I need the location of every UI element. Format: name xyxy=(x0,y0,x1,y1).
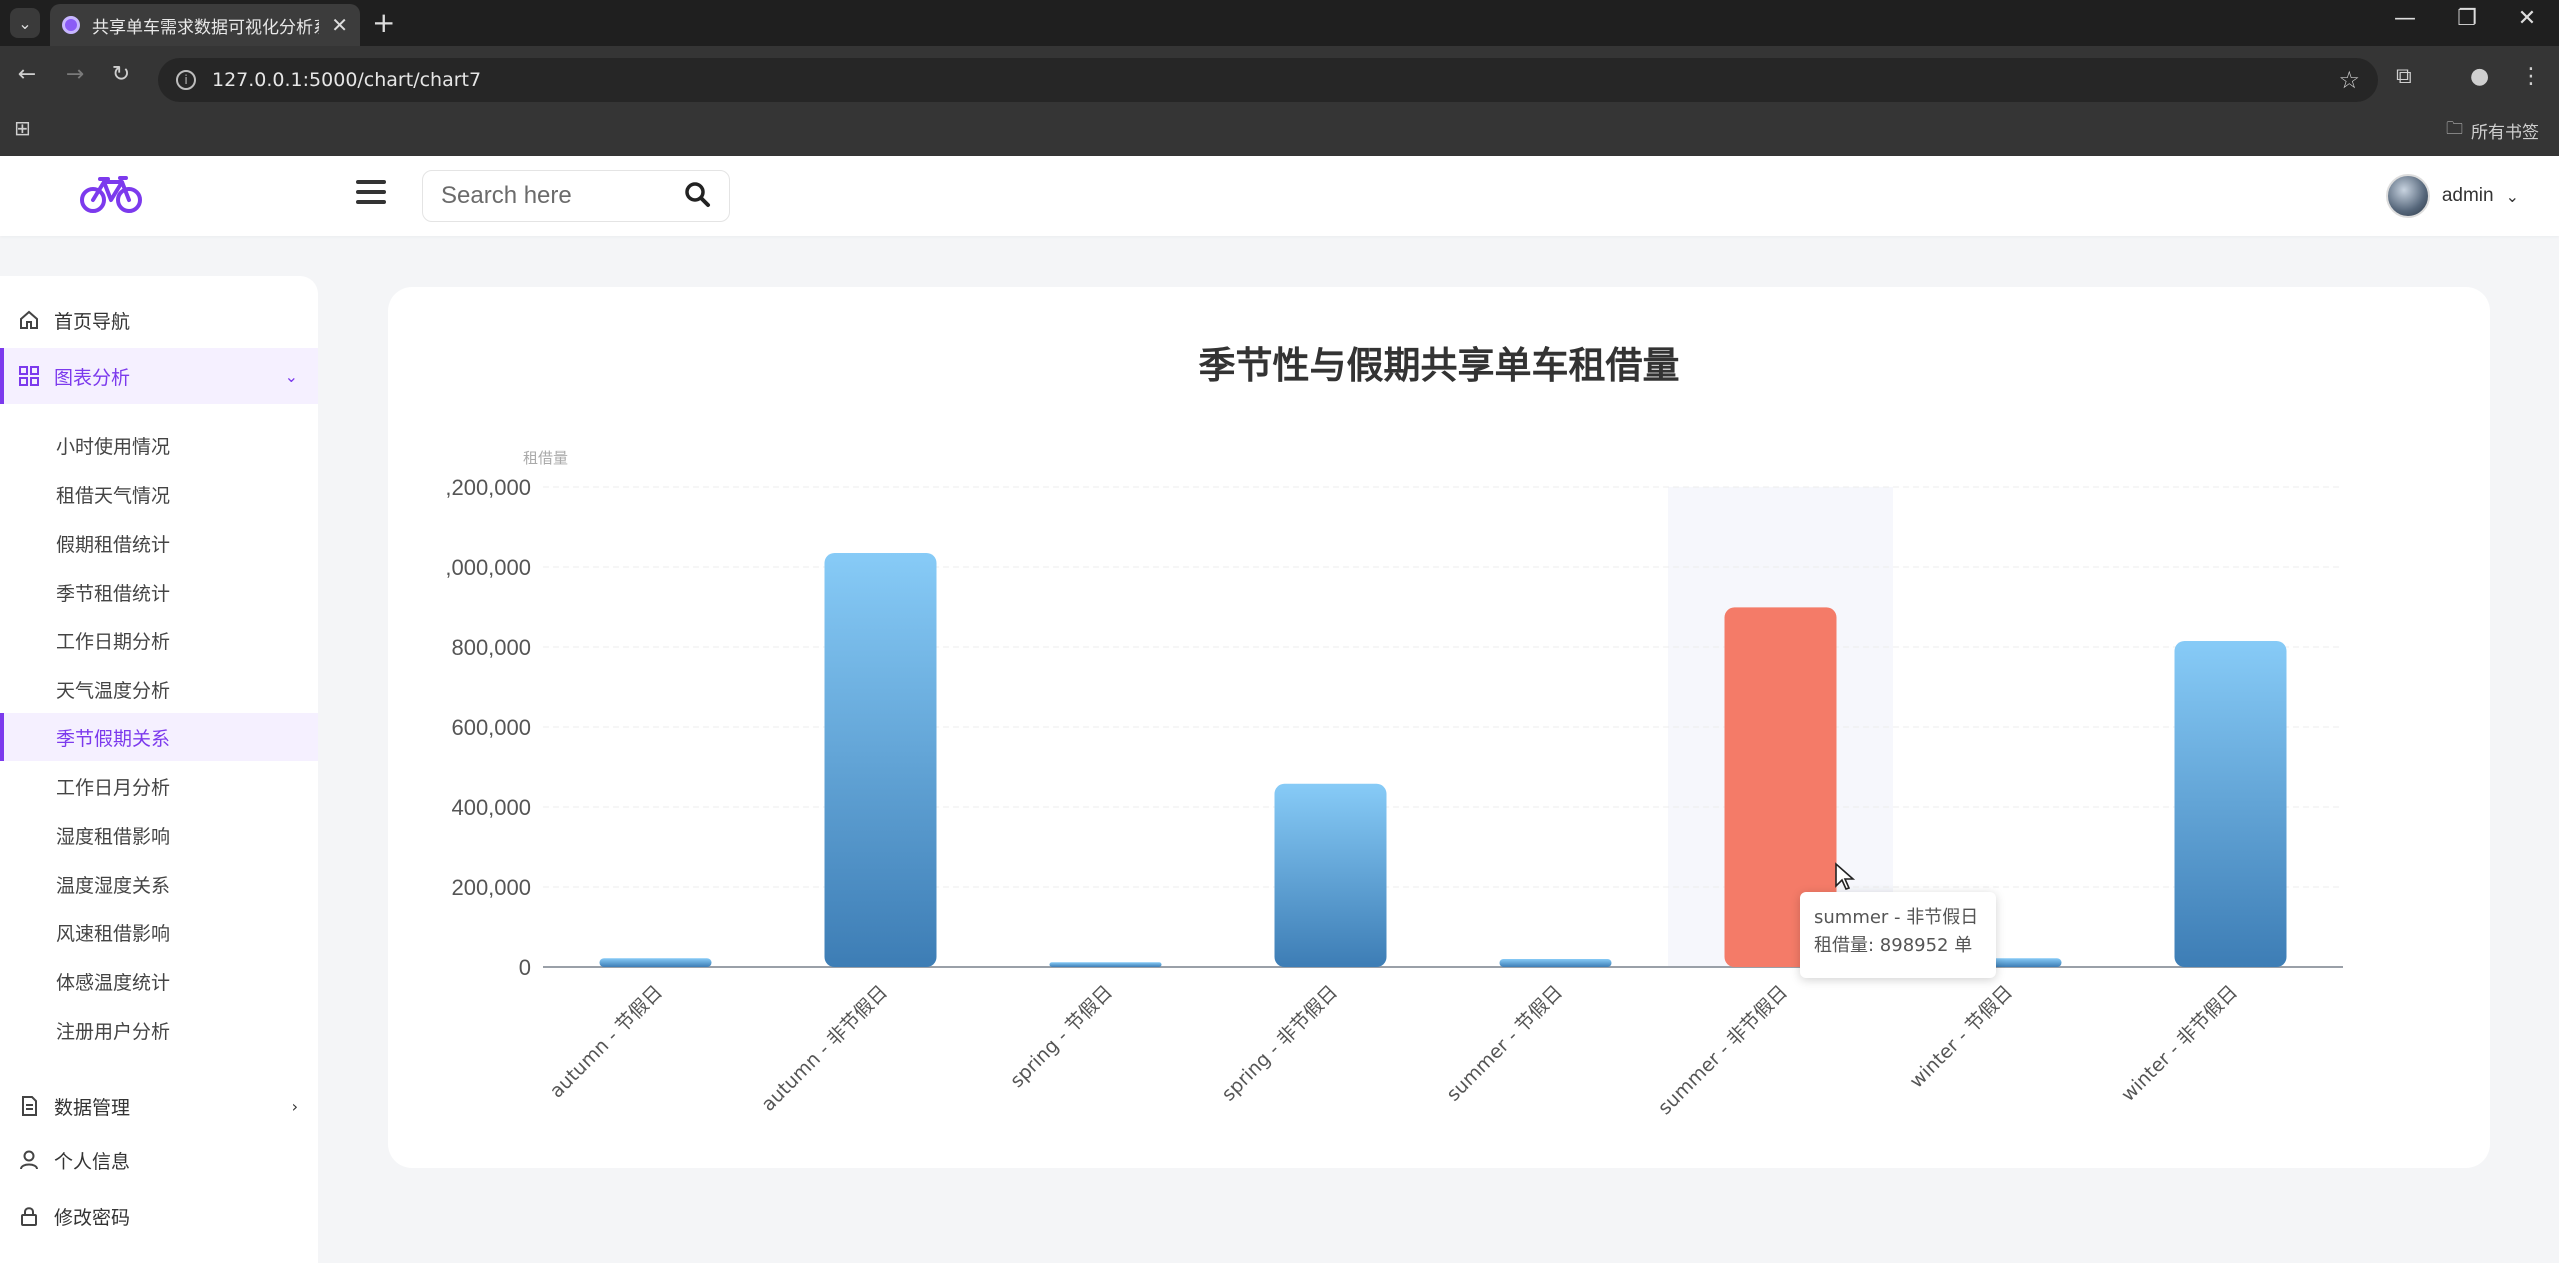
sidebar-subitem-workday-month[interactable]: 工作日月分析 xyxy=(0,762,318,810)
sidebar-subitem-hourly[interactable]: 小时使用情况 xyxy=(0,421,318,469)
minimize-icon[interactable]: — xyxy=(2385,6,2425,31)
sidebar-item-label: 个人信息 xyxy=(54,1150,131,1173)
sidebar-item-label: 数据管理 xyxy=(54,1096,131,1119)
sidebar-item-label: 修改密码 xyxy=(54,1206,131,1229)
chart-bar[interactable] xyxy=(1049,962,1162,967)
x-tick-label: autumn - 节假日 xyxy=(546,981,667,1102)
sidebar-item-home[interactable]: 首页导航 xyxy=(0,292,318,348)
chart-card: 季节性与假期共享单车租借量 租借量 0 200,000 400,000 600,000 8… xyxy=(388,287,2490,1168)
y-tick-label: ,200,000 xyxy=(445,475,531,500)
extensions-icon[interactable]: ⧉ xyxy=(2396,64,2412,89)
new-tab-icon[interactable]: + xyxy=(372,6,395,39)
sidebar-item-change-password[interactable]: 修改密码 xyxy=(0,1188,318,1244)
sidebar-subitem-registered[interactable]: 注册用户分析 xyxy=(0,1006,318,1054)
chart-bar[interactable] xyxy=(2174,641,2287,967)
chart-tooltip: summer - 非节假日 租借量: 898952 单 xyxy=(1800,892,1996,978)
address-bar[interactable]: i 127.0.0.1:5000/chart/chart7 ☆ xyxy=(158,58,2378,102)
x-tick-label: winter - 节假日 xyxy=(1905,981,2017,1093)
x-tick-label: summer - 非节假日 xyxy=(1654,981,1792,1119)
apps-grid-icon[interactable]: ⊞ xyxy=(14,116,31,140)
chart-bar[interactable] xyxy=(824,553,937,967)
sidebar-subitem-temperature[interactable]: 天气温度分析 xyxy=(0,665,318,713)
tab-search-dropdown[interactable]: ⌄ xyxy=(10,8,40,38)
sidebar-subitem-holiday[interactable]: 假期租借统计 xyxy=(0,519,318,567)
y-tick-label: 200,000 xyxy=(451,875,531,900)
document-icon xyxy=(22,1096,37,1116)
y-tick-label: 800,000 xyxy=(451,635,531,660)
y-tick-label: 600,000 xyxy=(451,715,531,740)
home-icon xyxy=(20,310,38,329)
window-close-icon[interactable]: ✕ xyxy=(2507,6,2547,31)
bike-logo-icon[interactable] xyxy=(80,174,142,218)
y-tick-label: ,000,000 xyxy=(445,555,531,580)
back-icon[interactable]: ← xyxy=(12,62,42,87)
search-input[interactable] xyxy=(441,182,671,210)
y-axis-label: 租借量 xyxy=(523,449,568,467)
tooltip-title: summer - 非节假日 xyxy=(1814,907,1979,928)
profile-icon[interactable]: ● xyxy=(2470,64,2489,89)
bookmark-star-icon[interactable]: ☆ xyxy=(2338,66,2360,94)
sidebar-subitem-workday[interactable]: 工作日期分析 xyxy=(0,616,318,664)
grid-icon xyxy=(19,366,39,386)
folder-icon: 🗀 xyxy=(2446,119,2463,139)
chevron-down-icon: ⌄ xyxy=(284,366,298,386)
sidebar-subitem-humidity[interactable]: 湿度租借影响 xyxy=(0,811,318,859)
x-tick-label: winter - 非节假日 xyxy=(2117,981,2242,1106)
restore-icon[interactable]: ❐ xyxy=(2447,6,2487,31)
x-tick-label: spring - 节假日 xyxy=(1006,981,1117,1092)
x-tick-label: autumn - 非节假日 xyxy=(757,981,892,1116)
chart-bar[interactable] xyxy=(1274,783,1387,967)
username: admin xyxy=(2441,185,2494,206)
browser-tab[interactable]: 共享单车需求数据可视化分析系 ✕ xyxy=(50,4,360,46)
chevron-right-icon: › xyxy=(291,1096,298,1116)
chevron-down-icon: ⌄ xyxy=(2505,186,2519,206)
y-tick-label: 0 xyxy=(519,955,531,980)
url-text: 127.0.0.1:5000/chart/chart7 xyxy=(212,69,482,91)
avatar xyxy=(2385,174,2430,218)
sidebar-item-charts[interactable]: 图表分析 ⌄ xyxy=(0,348,318,404)
user-icon xyxy=(20,1150,38,1170)
tab-close-icon[interactable]: ✕ xyxy=(331,13,348,37)
user-menu[interactable]: admin ⌄ xyxy=(2385,174,2519,218)
sidebar-subitem-weather[interactable]: 租借天气情况 xyxy=(0,470,318,518)
x-tick-label: spring - 非节假日 xyxy=(1218,981,1343,1106)
chart-bar[interactable] xyxy=(1499,959,1612,967)
x-tick-label: summer - 节假日 xyxy=(1442,981,1567,1106)
sidebar-item-label: 首页导航 xyxy=(54,310,131,333)
chart-bar[interactable] xyxy=(599,958,712,967)
sidebar-subitem-season[interactable]: 季节租借统计 xyxy=(0,568,318,616)
site-info-icon[interactable]: i xyxy=(176,70,196,90)
sidebar-item-profile[interactable]: 个人信息 xyxy=(0,1132,318,1188)
menu-dots-icon[interactable]: ⋮ xyxy=(2520,64,2542,89)
all-bookmarks[interactable]: 🗀 所有书签 xyxy=(2446,116,2539,145)
tooltip-value: 租借量: 898952 单 xyxy=(1814,935,1973,956)
sidebar-subitem-feels-like[interactable]: 体感温度统计 xyxy=(0,957,318,1005)
search-icon[interactable] xyxy=(683,180,711,212)
tab-title: 共享单车需求数据可视化分析系 xyxy=(92,17,320,38)
forward-icon[interactable]: → xyxy=(60,62,90,87)
search-box xyxy=(422,170,730,222)
bar-chart[interactable]: 租借量 0 200,000 400,000 600,000 800,000 ,000,000… xyxy=(388,287,2490,1168)
app-header: admin ⌄ xyxy=(0,156,2559,236)
sidebar: 首页导航 图表分析 ⌄ 小时使用情况 租借天气情况 假期租借统计 季节租借统计 … xyxy=(0,276,318,1263)
y-tick-label: 400,000 xyxy=(451,795,531,820)
sidebar-subitem-season-holiday[interactable]: 季节假期关系 xyxy=(0,713,318,761)
sidebar-item-data-management[interactable]: 数据管理 › xyxy=(0,1078,318,1134)
reload-icon[interactable]: ↻ xyxy=(106,62,136,87)
favicon-icon xyxy=(62,16,80,34)
browser-tab-bar: ⌄ 共享单车需求数据可视化分析系 ✕ + — ❐ ✕ xyxy=(0,0,2559,46)
mouse-cursor-icon xyxy=(1835,862,1856,890)
menu-toggle-icon[interactable] xyxy=(356,180,386,210)
sidebar-subitem-windspeed[interactable]: 风速租借影响 xyxy=(0,908,318,956)
bookmarks-folder-label: 所有书签 xyxy=(2471,123,2539,143)
lock-icon xyxy=(21,1207,37,1226)
sidebar-subitem-temp-humidity[interactable]: 温度湿度关系 xyxy=(0,860,318,908)
sidebar-item-label: 图表分析 xyxy=(54,366,131,389)
